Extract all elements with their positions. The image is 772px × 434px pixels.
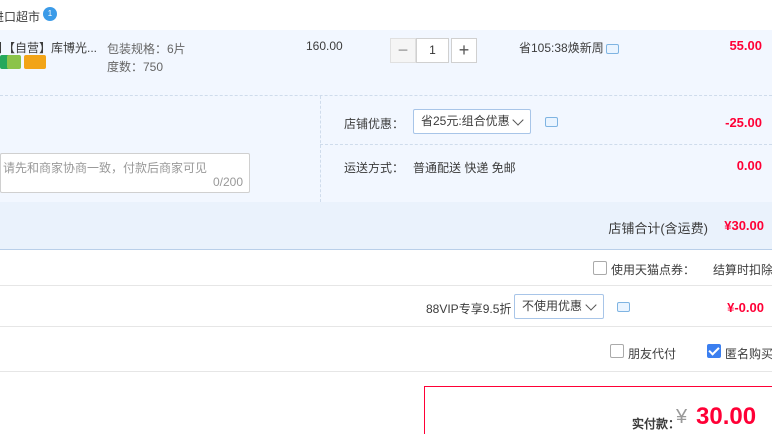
memo-textarea[interactable]: 请先和商家协商一致，付款后商家可见 0/200 [0,153,250,193]
vip-value: ¥-0.00 [727,300,764,315]
chat-icon[interactable] [617,302,630,312]
divider [0,371,772,372]
vip-select-value: 不使用优惠 [522,299,583,313]
vip-label: 88VIP专享9.5折 [426,302,512,316]
anonymous-checkbox[interactable] [707,344,721,358]
payment-summary: 实付款： ¥ 30.00 [424,386,772,434]
tag-card-icon [24,55,46,69]
vip-select[interactable]: 不使用优惠 [514,294,604,319]
anonymous-label: 匿名购买 [725,347,772,361]
shop-name[interactable]: 进口超市 [0,8,40,25]
shipping-price: 0.00 [736,158,762,173]
item-unit-price: 160.00 [306,39,343,53]
payment-amount: 30.00 [696,403,757,430]
divider [0,285,772,286]
chat-icon[interactable] [545,117,558,127]
options-divider [320,96,321,202]
chevron-down-icon [512,114,524,126]
memo-placeholder: 请先和商家协商一致，付款后商家可见 [3,161,208,175]
coupon-label: 使用天猫点券： [611,263,696,277]
item-degree: 度数：750 [107,60,164,74]
shop-total-value: ¥30.00 [724,218,764,233]
payment-label: 实付款： [632,417,681,431]
shop-discount-label: 店铺优惠： [344,117,405,131]
shipping-label: 运送方式： [344,161,405,175]
shop-discount-value: -25.00 [725,115,762,130]
order-options: 请先和商家协商一致，付款后商家可见 0/200 店铺优惠： 省25元:组合优惠 … [0,96,772,202]
coupon-checkbox[interactable] [593,261,607,275]
memo-count: 0/200 [212,175,243,189]
friend-pay-label: 朋友代付 [628,347,677,361]
shipping-value: 普通配送 快递 免邮 [413,161,516,175]
shop-discount-select[interactable]: 省25元:组合优惠 [413,109,531,134]
shop-header: 进口超市 1 [0,0,772,30]
tag-lime-icon [7,55,21,69]
item-price: 55.00 [729,38,762,53]
item-spec: 包装规格：6片 [107,42,186,56]
shop-badge-icon: 1 [43,7,57,21]
qty-input[interactable]: 1 [416,38,449,63]
chat-icon[interactable] [606,44,619,54]
payment-currency: ¥ [676,406,688,428]
shop-discount-select-value: 省25元:组合优惠 [421,114,510,128]
divider [0,326,772,327]
chevron-down-icon [585,299,597,311]
item-promo: 省105:38焕新周 [519,41,604,55]
cart-item-row: 】【自营】库博光... 包装规格：6片 度数：750 160.00 − 1 + … [0,30,772,96]
shop-total-label: 店铺合计(含运费) [608,221,708,236]
shop-total-bar: 店铺合计(含运费) ¥30.00 [0,202,772,250]
item-title[interactable]: 】【自营】库博光... [0,39,97,56]
qty-plus-button[interactable]: + [451,38,477,63]
options-hline [320,144,772,145]
qty-minus-button[interactable]: − [390,38,416,63]
friend-pay-checkbox[interactable] [610,344,624,358]
coupon-note: 结算时扣除 [713,263,772,277]
